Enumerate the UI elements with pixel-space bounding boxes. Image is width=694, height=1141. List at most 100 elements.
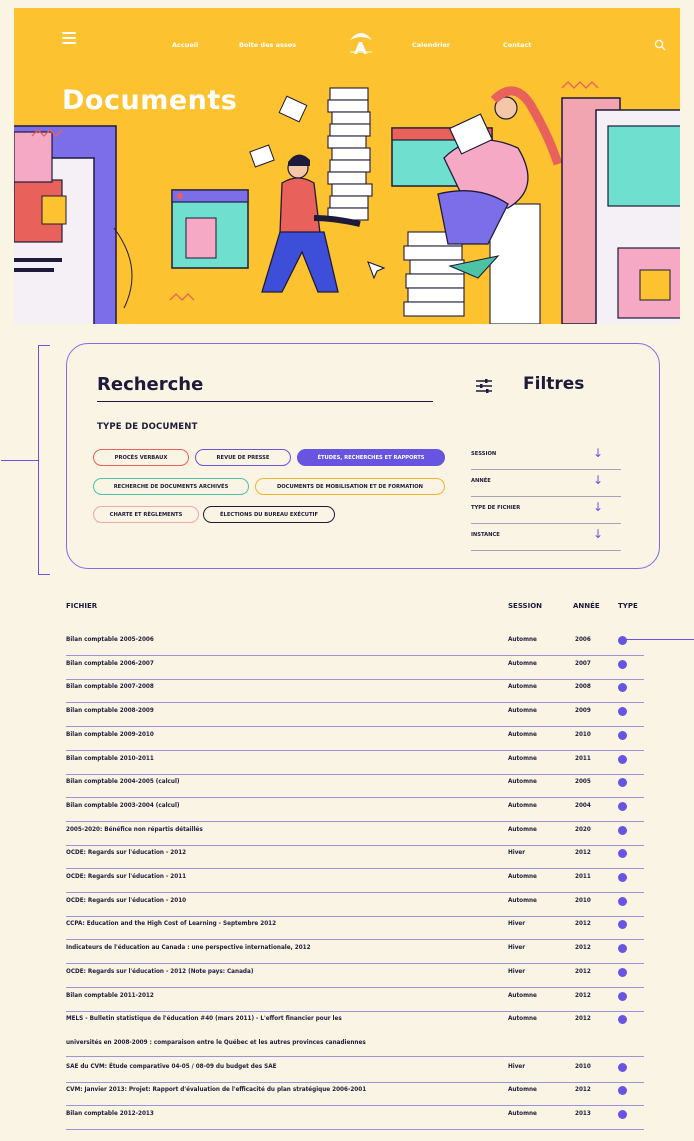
logo[interactable] [348, 28, 374, 56]
session-cell: Automne [508, 637, 537, 643]
table-row[interactable]: Bilan comptable 2009-2010 Automne 2010 [66, 728, 644, 751]
chip-etudes-recherches-rapports[interactable]: ÉTUDES, RECHERCHES ET RAPPORTS [297, 449, 445, 466]
column-header-annee[interactable]: ANNÉE [573, 602, 600, 610]
file-type-dot-icon[interactable] [618, 944, 627, 954]
table-row[interactable]: Bilan comptable 2012-2013 Automne 2013 [66, 1107, 644, 1131]
year-cell: 2012 [575, 992, 591, 999]
table-row[interactable]: 2005-2020: Bénéfice non répartis détaill… [66, 823, 644, 846]
table-row[interactable]: Indicateurs de l'éducation au Canada : u… [66, 941, 644, 965]
column-header-type[interactable]: TYPE [618, 602, 638, 610]
session-cell: Hiver [508, 945, 526, 952]
file-type-dot-icon[interactable] [618, 849, 627, 859]
file-name-link[interactable]: Bilan comptable 2005-2006 [66, 637, 154, 643]
table-row[interactable]: MELS - Bulletin statistique de l'éducati… [66, 1012, 644, 1058]
file-type-dot-icon[interactable] [618, 801, 627, 811]
session-cell: Automne [508, 708, 537, 715]
search-underline[interactable] [97, 401, 433, 402]
chip-charte-reglements[interactable]: CHARTE ET RÈGLEMENTS [93, 506, 199, 523]
table-row[interactable]: Bilan comptable 2004-2005 (calcul) Automn… [66, 775, 644, 799]
filter-session[interactable]: SESSION ↓ [471, 446, 621, 470]
table-row[interactable]: Bilan comptable 2011-2012 Automne 2012 [66, 989, 644, 1012]
table-row[interactable]: OCDE: Regards sur l'éducation - 2011 Auto… [66, 870, 644, 893]
file-name-link[interactable]: 2005-2020: Bénéfice non répartis détaill… [66, 827, 203, 833]
column-header-fichier[interactable]: FICHIER [66, 602, 97, 610]
table-row[interactable]: SAE du CVM: Étude comparative 04-05 / 08… [66, 1060, 644, 1083]
file-name-link[interactable]: OCDE: Regards sur l'éducation - 2011 [66, 874, 186, 880]
nav-link-calendrier[interactable]: Calendrier [412, 41, 450, 49]
file-type-dot-icon[interactable] [618, 1086, 627, 1096]
year-cell: 2004 [575, 802, 591, 809]
file-name-link[interactable]: Bilan comptable 2008-2009 [66, 708, 154, 714]
year-cell: 2010 [575, 897, 591, 904]
table-row[interactable]: OCDE: Regards sur l'éducation - 2010 Auto… [66, 894, 644, 917]
menu-icon[interactable] [62, 32, 76, 44]
table-row[interactable]: Bilan comptable 2007-2008 Automne 2008 [66, 680, 644, 704]
file-name-link[interactable]: OCDE: Regards sur l'éducation - 2012 (No… [66, 969, 253, 975]
file-type-dot-icon[interactable] [618, 707, 627, 717]
chip-mobilisation-formation[interactable]: DOCUMENTS DE MOBILISATION ET DE FORMATIO… [255, 478, 445, 495]
file-name-link[interactable]: Bilan comptable 2012-2013 [66, 1111, 154, 1117]
file-name-link[interactable]: Bilan comptable 2006-2007 [66, 661, 154, 667]
search-icon[interactable] [654, 39, 666, 51]
arrow-down-icon: ↓ [592, 500, 603, 514]
chip-documents-archives[interactable]: RECHERCHE DE DOCUMENTS ARCHIVÉS [93, 478, 249, 495]
chip-proces-verbaux[interactable]: PROCÈS VERBAUX [93, 449, 189, 466]
file-name-link[interactable]: Bilan comptable 2010-2011 [66, 756, 154, 762]
file-type-dot-icon[interactable] [618, 896, 627, 906]
file-type-dot-icon[interactable] [618, 873, 627, 882]
chip-revue-de-presse[interactable]: REVUE DE PRESSE [195, 449, 291, 466]
file-name-link[interactable]: OCDE: Regards sur l'éducation - 2010 [66, 898, 186, 904]
file-type-dot-icon[interactable] [618, 1062, 627, 1072]
file-name-link[interactable]: SAE du CVM: Étude comparative 04-05 / 08… [66, 1064, 276, 1070]
table-row[interactable]: OCDE: Regards sur l'éducation - 2012 (No… [66, 965, 644, 988]
table-row[interactable]: Bilan comptable 2008-2009 Automne 2009 [66, 704, 644, 728]
arrow-down-icon: ↓ [592, 446, 603, 460]
column-header-session[interactable]: SESSION [508, 602, 542, 610]
file-type-dot-icon[interactable] [618, 991, 627, 1001]
file-name-link[interactable]: Bilan comptable 2009-2010 [66, 732, 154, 738]
file-name-link[interactable]: MELS - Bulletin statistique de l'éducati… [66, 1016, 342, 1022]
filters-title: Filtres [523, 374, 585, 394]
table-row[interactable]: Bilan comptable 2005-2006 Automne 2006 [66, 633, 644, 656]
file-name-link[interactable]: Indicateurs de l'éducation au Canada : u… [66, 945, 311, 951]
table-row[interactable]: Bilan comptable 2006-2007 Automne 2007 [66, 657, 644, 680]
file-type-dot-icon[interactable] [618, 730, 627, 740]
nav-link-boite-des-assos[interactable]: Boîte des assos [239, 41, 296, 49]
table-row[interactable]: Bilan comptable 2010-2011 Automne 2011 [66, 752, 644, 775]
filter-annee[interactable]: ANNÉE ↓ [471, 473, 621, 497]
filter-instance[interactable]: INSTANCE ↓ [471, 527, 621, 551]
file-type-dot-icon[interactable] [618, 1110, 627, 1120]
year-cell: 2011 [575, 874, 591, 880]
session-cell: Automne [508, 992, 537, 999]
table-row[interactable]: CCPA: Education and the High Cost of Lea… [66, 917, 644, 941]
table-row[interactable]: Bilan comptable 2003-2004 (calcul) Automn… [66, 799, 644, 822]
file-type-dot-icon[interactable] [618, 825, 627, 835]
file-type-dot-icon[interactable] [618, 920, 627, 930]
file-name-link[interactable]: Bilan comptable 2007-2008 [66, 684, 154, 690]
file-type-dot-icon[interactable] [618, 683, 627, 693]
nav-link-contact[interactable]: Contact [503, 41, 531, 49]
session-cell: Automne [508, 779, 537, 786]
file-type-dot-icon[interactable] [618, 778, 627, 788]
table-row[interactable]: OCDE: Regards sur l'éducation - 2012 Hive… [66, 846, 644, 870]
file-name-link[interactable]: Bilan comptable 2004-2005 (calcul) [66, 779, 180, 785]
year-cell: 2012 [575, 968, 591, 975]
file-name-link[interactable]: Bilan comptable 2003-2004 (calcul) [66, 803, 180, 809]
file-type-dot-icon[interactable] [618, 1015, 627, 1025]
chip-elections-bureau[interactable]: ÉLECTIONS DU BUREAU EXÉCUTIF [203, 506, 335, 523]
table-row[interactable]: CVM: Janvier 2013: Projet: Rapport d'éva… [66, 1083, 644, 1107]
file-name-link-continued[interactable]: universités en 2008-2009 : comparaison e… [66, 1040, 366, 1046]
filter-label: ANNÉE [471, 478, 491, 484]
file-name-link[interactable]: Bilan comptable 2011-2012 [66, 993, 154, 999]
file-name-link[interactable]: CVM: Janvier 2013: Projet: Rapport d'éva… [66, 1087, 366, 1093]
file-type-dot-icon[interactable] [618, 754, 627, 764]
nav-link-accueil[interactable]: Accueil [172, 41, 198, 49]
file-type-dot-icon[interactable] [618, 636, 627, 645]
file-type-dot-icon[interactable] [618, 659, 627, 669]
file-name-link[interactable]: OCDE: Regards sur l'éducation - 2012 [66, 850, 186, 856]
session-cell: Automne [508, 826, 537, 833]
filter-sliders-icon[interactable] [475, 378, 493, 394]
file-name-link[interactable]: CCPA: Education and the High Cost of Lea… [66, 921, 276, 927]
filter-type-de-fichier[interactable]: TYPE DE FICHIER ↓ [471, 500, 621, 524]
file-type-dot-icon[interactable] [618, 967, 627, 977]
